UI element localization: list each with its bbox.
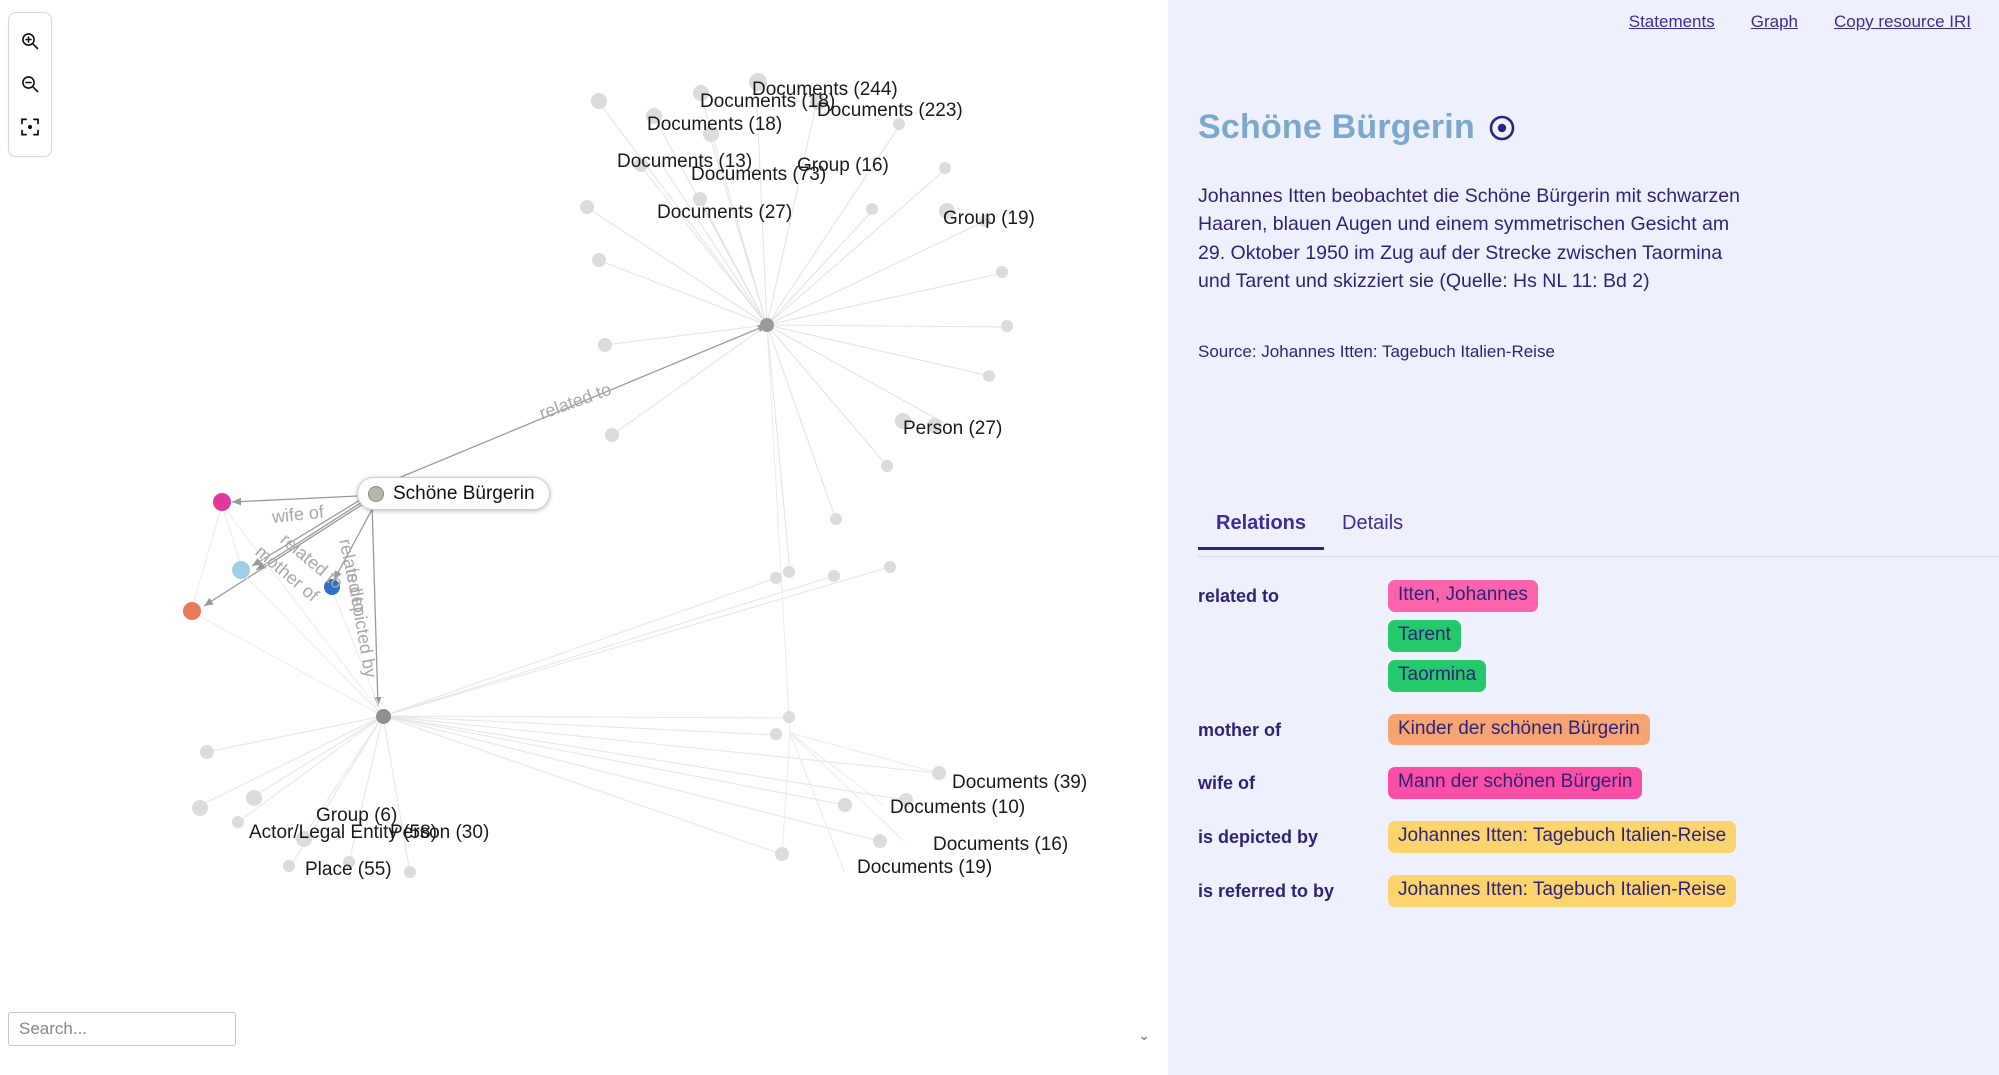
graph-node[interactable] [783,566,795,578]
node-kinder-der-schoenen-buergerin[interactable] [183,602,201,620]
relation-chip[interactable]: Mann der schönen Bürgerin [1388,767,1643,800]
graph-node[interactable] [192,800,208,816]
graph-node[interactable] [760,318,774,332]
graph-node[interactable] [927,418,942,433]
relation-chip[interactable]: Itten, Johannes [1388,580,1538,612]
zoom-out-icon[interactable] [9,62,51,105]
statements-link[interactable]: Statements [1629,12,1715,32]
graph-node[interactable] [605,428,619,442]
graph-node[interactable] [591,93,607,109]
graph-edges-layer [191,81,1010,874]
graph-node[interactable] [296,831,312,847]
page-title: Schöne Bürgerin [1198,108,1475,146]
chevron-down-icon: ⌄ [1138,1027,1150,1043]
relation-values: Itten, Johannes Tarent Taormina [1388,580,1538,692]
graph-node[interactable] [866,203,878,215]
graph-node[interactable] [634,158,648,172]
relations-list: related to Itten, Johannes Tarent Taormina m… [1198,580,1999,929]
node-tagebuch[interactable] [324,579,340,595]
graph-link[interactable]: Graph [1751,12,1798,32]
graph-node[interactable] [979,215,991,227]
fit-to-screen-icon[interactable] [9,105,51,148]
graph-node[interactable] [838,798,852,812]
graph-node[interactable] [376,709,391,724]
graph-node[interactable] [899,793,913,807]
graph-node[interactable] [810,94,826,110]
graph-node[interactable] [343,856,355,868]
relation-label: is depicted by [1198,827,1319,848]
filter-select-wrapper[interactable]: Filter ⌄ [870,1019,1160,1050]
relation-row: is depicted by Johannes Itten: Tagebuch I… [1198,821,1999,854]
graph-node[interactable] [983,370,995,382]
graph-node[interactable] [770,728,782,740]
relation-label: is referred to by [1198,881,1335,902]
graph-node[interactable] [200,745,214,759]
graph-node[interactable] [783,711,795,723]
relation-values: Kinder der schönen Bürgerin [1388,713,1650,746]
search-input[interactable] [8,1012,236,1046]
graph-node[interactable] [703,126,719,142]
relation-row: wife of Mann der schönen Bürgerin [1198,767,1999,800]
tab-relations[interactable]: Relations [1198,508,1325,550]
relation-chip[interactable]: Johannes Itten: Tagebuch Italien-Reise [1388,821,1737,854]
node-dot-icon [368,485,384,502]
zoom-controls [8,12,52,157]
graph-node[interactable] [404,866,416,878]
graph-node[interactable] [830,513,842,525]
tabs: Relations Details [1198,508,1999,557]
graph-node[interactable] [646,108,662,124]
graph-canvas[interactable]: Documents (244) Documents (18) Documents (… [0,0,1168,1075]
tab-details[interactable]: Details [1324,508,1421,549]
relation-chip[interactable]: Kinder der schönen Bürgerin [1388,713,1650,746]
graph-node[interactable] [693,85,709,101]
graph-node[interactable] [873,834,887,848]
resource-title-row: Schöne Bürgerin [1198,108,1515,147]
graph-node[interactable] [996,266,1008,278]
target-icon[interactable] [1489,115,1515,141]
relation-values: Johannes Itten: Tagebuch Italien-Reise [1388,821,1737,854]
relation-chip[interactable]: Taormina [1388,659,1487,692]
graph-node[interactable] [246,790,262,806]
relation-values: Johannes Itten: Tagebuch Italien-Reise [1388,875,1737,907]
graph-node[interactable] [580,200,594,214]
graph-node[interactable] [598,338,612,352]
relation-label: mother of [1198,719,1281,740]
relation-chip[interactable]: Johannes Itten: Tagebuch Italien-Reise [1388,875,1737,907]
copy-resource-iri-link[interactable]: Copy resource IRI [1834,12,1971,32]
relation-chip[interactable]: Tarent [1388,619,1461,652]
graph-node[interactable] [932,766,946,780]
resource-info-pane: Statements Graph Copy resource IRI Schön… [1168,0,1999,1075]
resource-source: Source: Johannes Itten: Tagebuch Italien… [1198,342,1555,361]
relation-label: related to [1198,586,1280,606]
graph-node[interactable] [893,118,905,130]
graph-node[interactable] [939,162,951,174]
relation-row: mother of Kinder der schönen Bürgerin [1198,713,1999,746]
selected-node-schoene-buergerin[interactable]: Schöne Bürgerin [357,477,550,510]
graph-node[interactable] [881,460,893,472]
graph-node[interactable] [775,847,789,861]
graph-node[interactable] [592,253,606,267]
graph-node[interactable] [828,570,840,582]
graph-node[interactable] [895,413,911,429]
graph-node[interactable] [693,192,707,206]
top-links: Statements Graph Copy resource IRI [1629,12,1971,32]
relation-row: related to Itten, Johannes Tarent Taormina [1198,580,1999,692]
graph-node[interactable] [749,73,767,91]
graph-node[interactable] [884,561,896,573]
graph-node[interactable] [1001,320,1013,332]
selected-node-label: Schöne Bürgerin [393,482,535,504]
resource-description: Johannes Itten beobachtet die Schöne Bür… [1198,185,1741,293]
node-mann-der-schoenen-buergerin[interactable] [213,493,231,511]
graph-node[interactable] [283,860,295,872]
relation-label: wife of [1198,773,1255,794]
zoom-in-icon[interactable] [9,19,51,62]
graph-node[interactable] [939,203,955,219]
node-itten-johannes[interactable] [232,561,250,579]
graph-node[interactable] [770,572,782,584]
graph-node[interactable] [232,816,244,828]
relation-values: Mann der schönen Bürgerin [1388,767,1643,800]
relation-row: is referred to by Johannes Itten: Tagebuc… [1198,875,1999,907]
